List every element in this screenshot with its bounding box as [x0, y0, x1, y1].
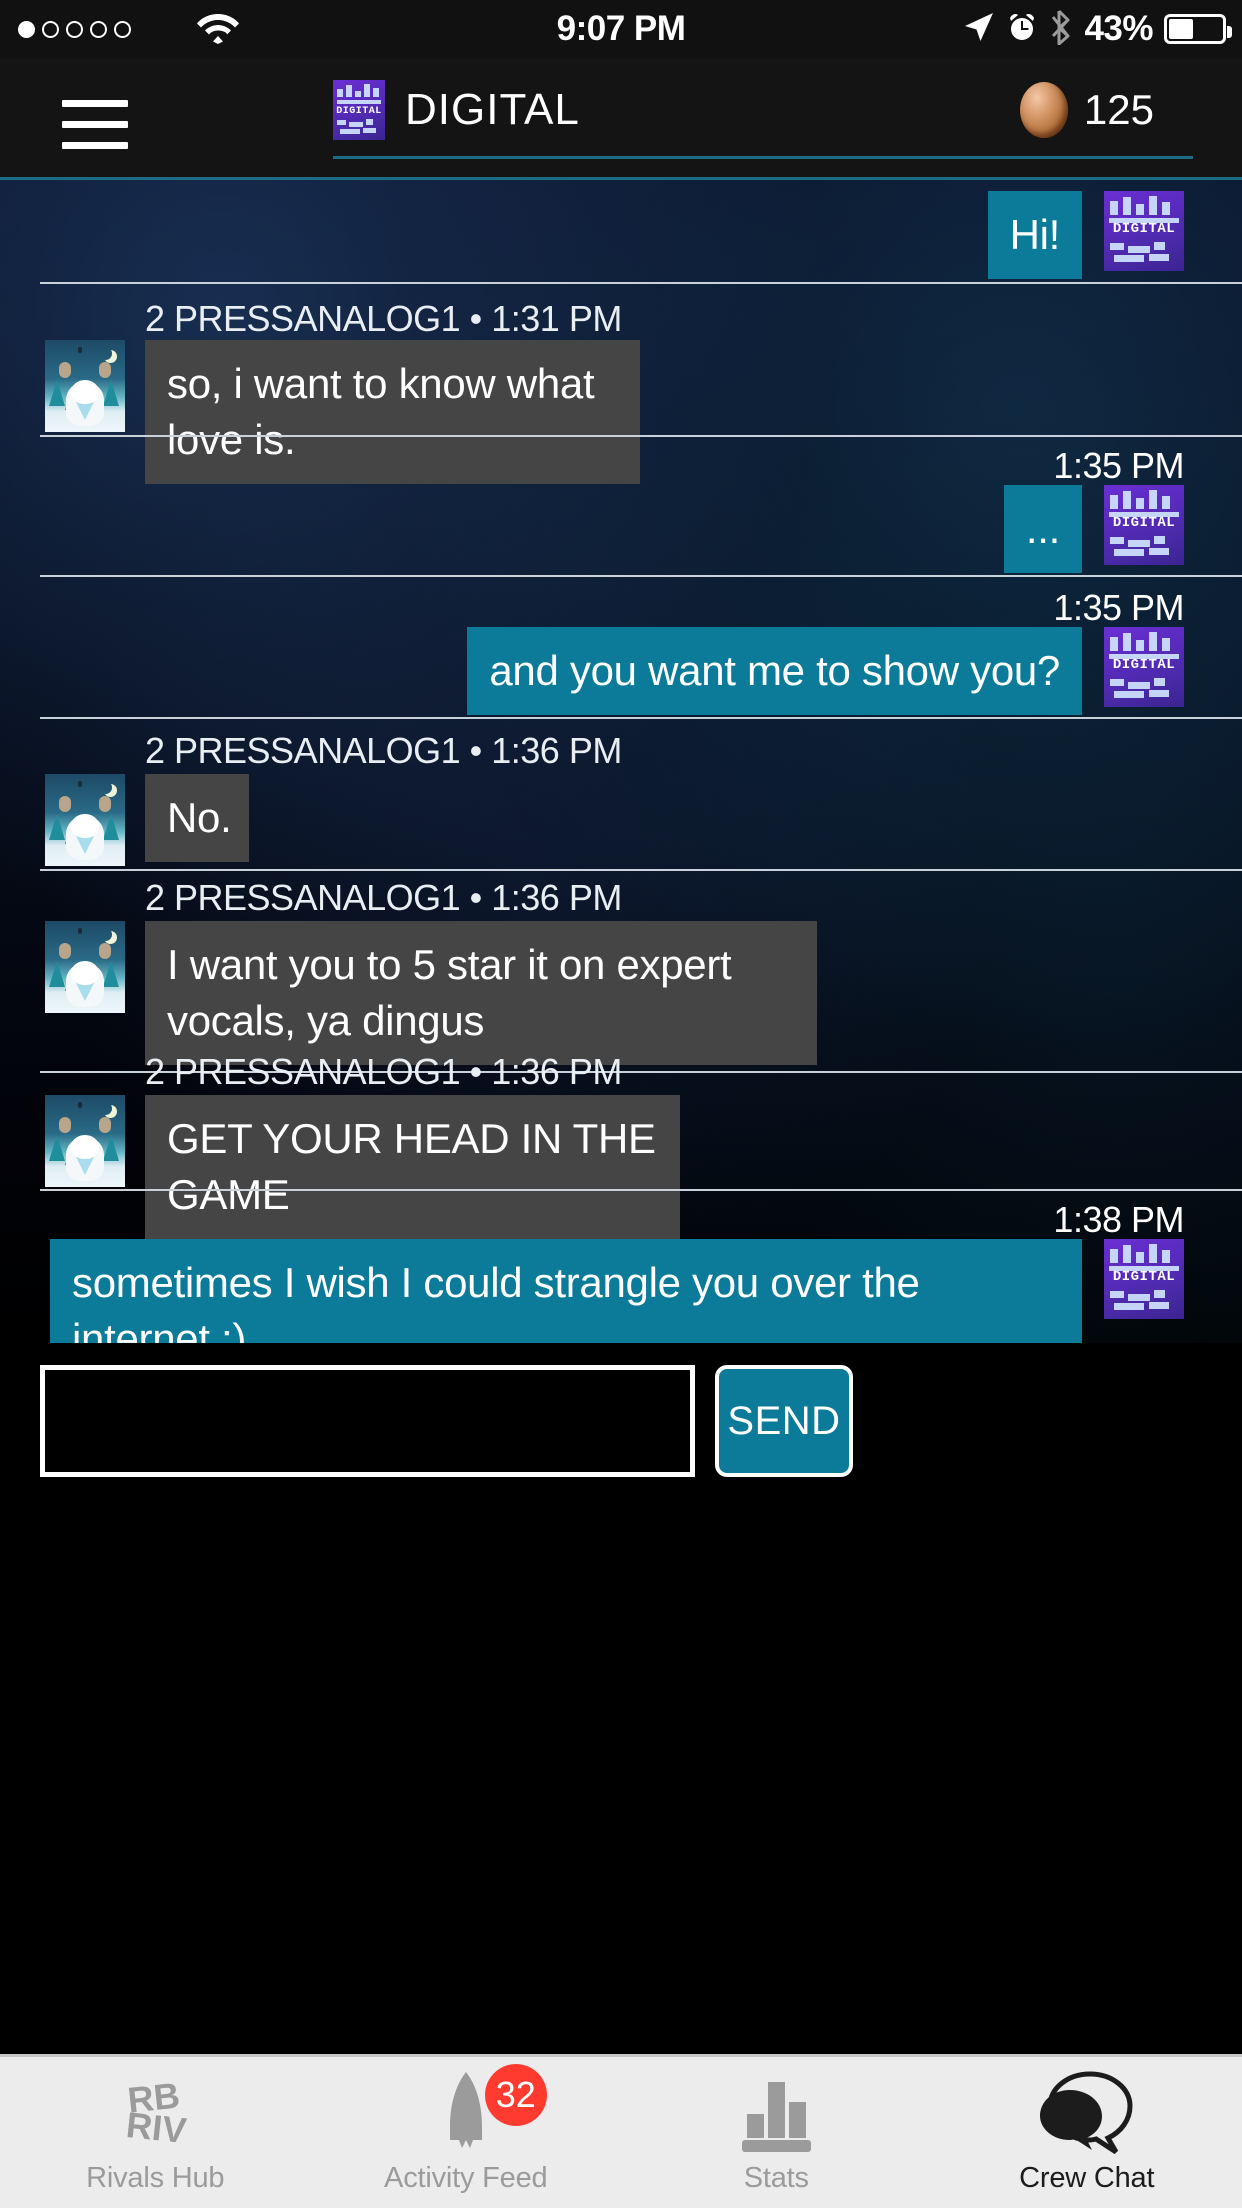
tab-label: Crew Chat — [1019, 2162, 1155, 2194]
crew-badge-text: DIGITAL — [336, 106, 382, 117]
message-input[interactable] — [40, 1365, 695, 1477]
battery-icon — [1164, 14, 1232, 44]
app-root: 9:07 PM 43% DIGITAL DIGITAL 125 Hi! DIGI… — [0, 0, 1242, 2208]
message-meta: 2 PRESSANALOG1 • 1:36 PM — [145, 1051, 622, 1092]
tab-activity-feed[interactable]: 32 Activity Feed — [311, 2057, 622, 2208]
message-divider — [40, 1189, 1242, 1191]
header-divider — [333, 156, 1193, 159]
bar-chart-icon — [730, 2070, 822, 2154]
yeti-avatar[interactable] — [45, 1095, 125, 1187]
yeti-avatar[interactable] — [45, 774, 125, 866]
chat-top-divider — [0, 177, 1242, 180]
message-meta: 2 PRESSANALOG1 • 1:36 PM — [145, 877, 622, 918]
activity-badge: 32 — [484, 2064, 547, 2126]
hamburger-menu-icon[interactable] — [62, 100, 128, 149]
tab-crew-chat[interactable]: Crew Chat — [932, 2057, 1242, 2208]
digital-avatar-text: DIGITAL — [1112, 657, 1176, 673]
rivals-hub-icon: RB RIV — [95, 2070, 215, 2154]
message-meta: 1:38 PM — [1053, 1199, 1184, 1240]
digital-avatar-text: DIGITAL — [1112, 221, 1176, 237]
message-bubble-own[interactable]: and you want me to show you? — [467, 627, 1082, 715]
message-bubble-own[interactable]: ... — [1003, 485, 1082, 573]
digital-crew-avatar[interactable]: DIGITAL — [1104, 485, 1184, 565]
crew-name-label: DIGITAL — [405, 85, 580, 134]
message-bubble-other[interactable]: No. — [145, 774, 249, 862]
status-right-group: 43% — [963, 9, 1232, 50]
message-bubble-other[interactable]: so, i want to know what love is. — [145, 340, 640, 484]
coin-icon — [1019, 82, 1068, 138]
rocket-icon: 32 — [429, 2064, 547, 2154]
message-bubble-other[interactable]: I want you to 5 star it on expert vocals… — [145, 921, 817, 1065]
tab-label: Rivals Hub — [86, 2162, 225, 2194]
tab-rivals-hub[interactable]: RB RIV Rivals Hub — [0, 2057, 311, 2208]
message-meta: 1:35 PM — [1053, 587, 1184, 628]
bottom-tab-bar: RB RIV Rivals Hub 32 Activity Feed Stats… — [0, 2054, 1242, 2208]
chat-message-list[interactable]: Hi! DIGITAL 2 PRESSANALOG1 • 1:31 PM so,… — [0, 177, 1242, 1343]
digital-crew-avatar[interactable]: DIGITAL — [1104, 627, 1184, 707]
message-divider — [40, 717, 1242, 719]
message-bubble-own[interactable]: sometimes I wish I could strangle you ov… — [50, 1239, 1082, 1343]
alarm-clock-icon — [1006, 11, 1038, 48]
coin-count-label: 125 — [1083, 86, 1154, 133]
message-meta: 2 PRESSANALOG1 • 1:36 PM — [145, 730, 622, 771]
digital-crew-avatar[interactable]: DIGITAL — [1104, 191, 1184, 271]
coin-counter[interactable]: 125 — [1019, 82, 1154, 138]
message-bubble-other[interactable]: GET YOUR HEAD IN THE GAME — [145, 1095, 680, 1239]
tab-label: Stats — [743, 2162, 809, 2194]
message-meta: 2 PRESSANALOG1 • 1:31 PM — [145, 298, 622, 339]
crew-badge-icon: DIGITAL — [333, 80, 385, 140]
message-divider — [40, 869, 1242, 871]
app-header: DIGITAL DIGITAL 125 — [0, 58, 1242, 177]
battery-percent-label: 43% — [1084, 9, 1153, 48]
bluetooth-icon — [1049, 9, 1073, 50]
status-bar: 9:07 PM 43% — [0, 0, 1242, 58]
yeti-avatar[interactable] — [45, 921, 125, 1013]
message-bubble-own[interactable]: Hi! — [987, 191, 1082, 279]
message-divider — [40, 435, 1242, 437]
send-button[interactable]: SEND — [715, 1365, 853, 1477]
digital-avatar-text: DIGITAL — [1112, 515, 1176, 531]
digital-avatar-text: DIGITAL — [1112, 1269, 1176, 1285]
svg-text:RIV: RIV — [125, 2104, 189, 2151]
location-arrow-icon — [963, 11, 995, 48]
message-divider — [40, 282, 1242, 284]
message-divider — [40, 575, 1242, 577]
speech-bubbles-icon — [1038, 2070, 1136, 2154]
message-composer: SEND — [0, 1343, 1242, 1498]
yeti-avatar[interactable] — [45, 340, 125, 432]
crew-identity[interactable]: DIGITAL DIGITAL — [333, 80, 580, 140]
digital-crew-avatar[interactable]: DIGITAL — [1104, 1239, 1184, 1319]
tab-label: Activity Feed — [384, 2162, 548, 2194]
tab-stats[interactable]: Stats — [621, 2057, 932, 2208]
message-meta: 1:35 PM — [1053, 445, 1184, 486]
